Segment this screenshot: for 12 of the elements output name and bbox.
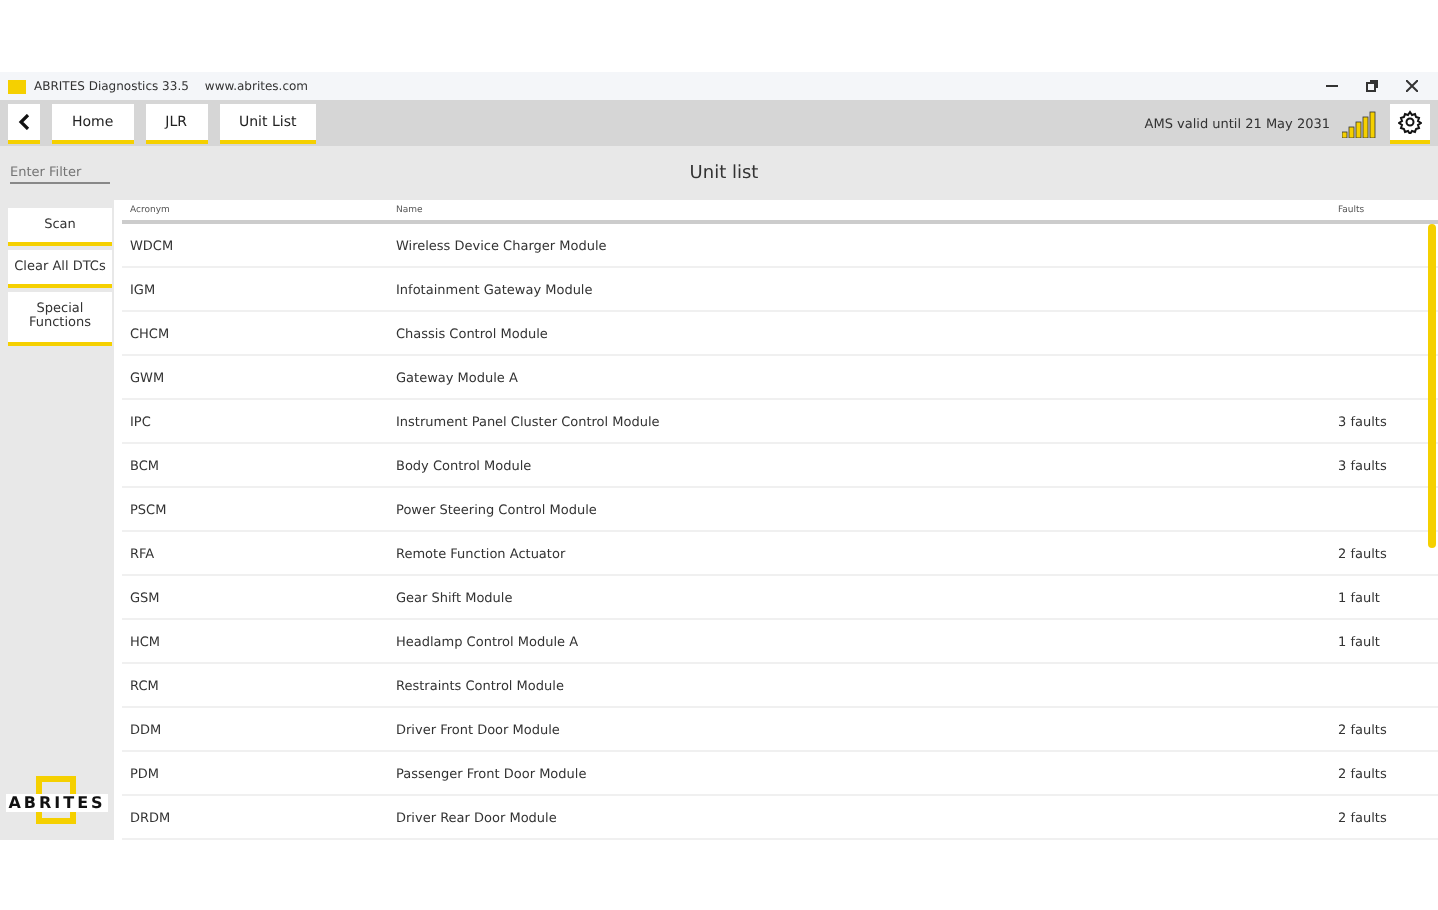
settings-icon	[1398, 109, 1422, 133]
restore-icon[interactable]	[1366, 80, 1378, 92]
page-title: Unit list	[687, 163, 761, 183]
back-chevron-icon	[17, 113, 31, 129]
signal-bars-icon	[1342, 109, 1378, 137]
brand-logo: ABRITES	[7, 776, 107, 828]
close-icon[interactable]	[1406, 80, 1418, 92]
app-icon	[8, 79, 26, 93]
back-button[interactable]	[8, 103, 40, 143]
minimize-icon[interactable]	[1326, 80, 1338, 92]
settings-button[interactable]	[1390, 103, 1430, 143]
scrollbar-thumb[interactable]	[1428, 224, 1436, 548]
